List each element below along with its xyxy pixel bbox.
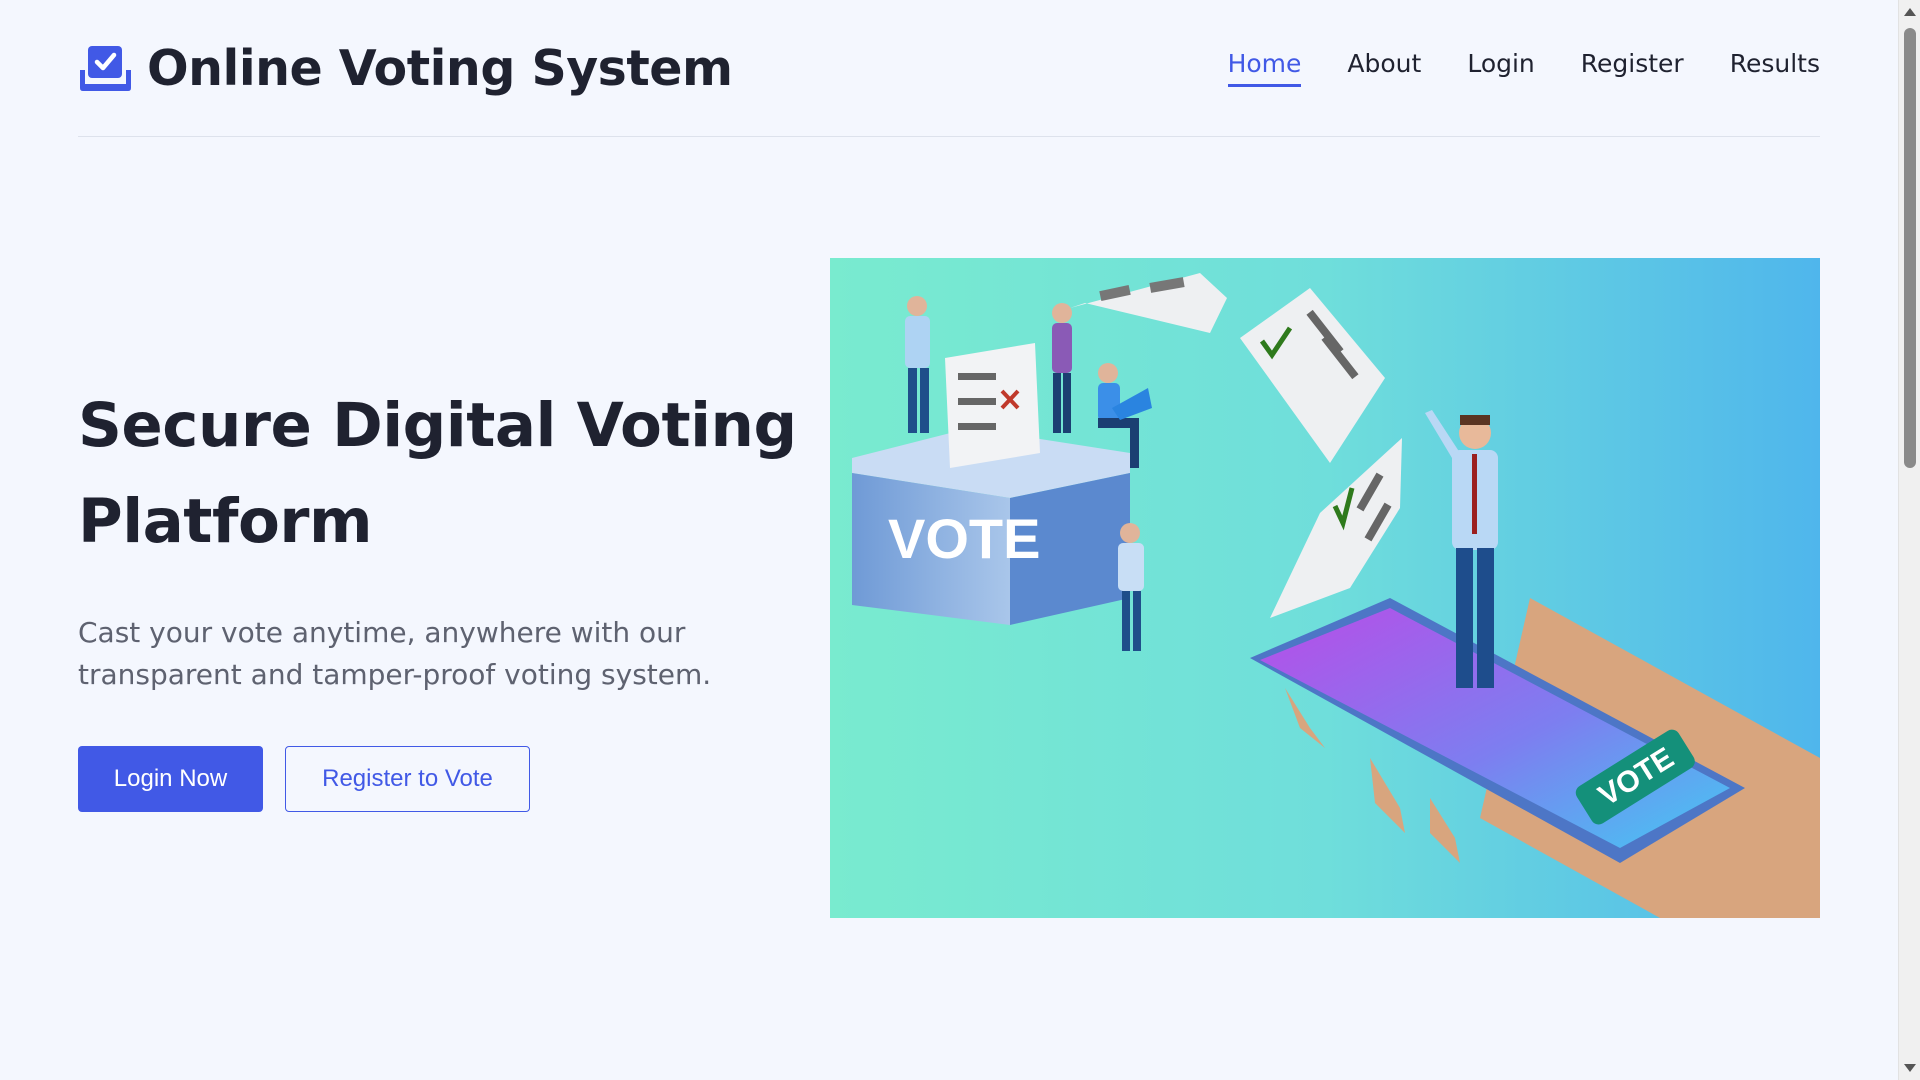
- nav-login[interactable]: Login: [1467, 49, 1534, 87]
- login-now-button[interactable]: Login Now: [78, 746, 263, 812]
- hero-section: Secure Digital Voting Platform Cast your…: [78, 258, 1820, 918]
- nav-register[interactable]: Register: [1581, 49, 1684, 87]
- scroll-down-arrow-icon[interactable]: [1904, 1064, 1916, 1072]
- nav-results[interactable]: Results: [1730, 49, 1820, 87]
- vertical-scrollbar[interactable]: [1898, 0, 1920, 1080]
- nav-home[interactable]: Home: [1227, 49, 1302, 87]
- voting-illustration: VOTE VOTE: [830, 258, 1820, 918]
- hero-text: Secure Digital Voting Platform Cast your…: [78, 378, 838, 812]
- ballot-check-icon: [80, 46, 131, 91]
- vote-box-label: VOTE: [888, 507, 1040, 570]
- main-nav: Home About Login Register Results: [1227, 49, 1820, 87]
- ballot-paper: [945, 343, 1040, 468]
- hero-subtitle: Cast your vote anytime, anywhere with ou…: [78, 616, 712, 691]
- hero-title: Secure Digital Voting Platform: [78, 378, 838, 570]
- scroll-thumb[interactable]: [1904, 28, 1916, 468]
- hero-buttons: Login Now Register to Vote: [78, 746, 838, 812]
- hero-title-line1: Secure Digital Voting: [78, 390, 797, 461]
- register-to-vote-button[interactable]: Register to Vote: [285, 746, 530, 812]
- nav-about[interactable]: About: [1347, 49, 1421, 87]
- site-title: Online Voting System: [147, 39, 733, 97]
- site-header: Online Voting System Home About Login Re…: [78, 0, 1820, 137]
- scroll-up-arrow-icon[interactable]: [1904, 8, 1916, 16]
- hero-title-line2: Platform: [78, 486, 373, 557]
- brand[interactable]: Online Voting System: [78, 40, 733, 97]
